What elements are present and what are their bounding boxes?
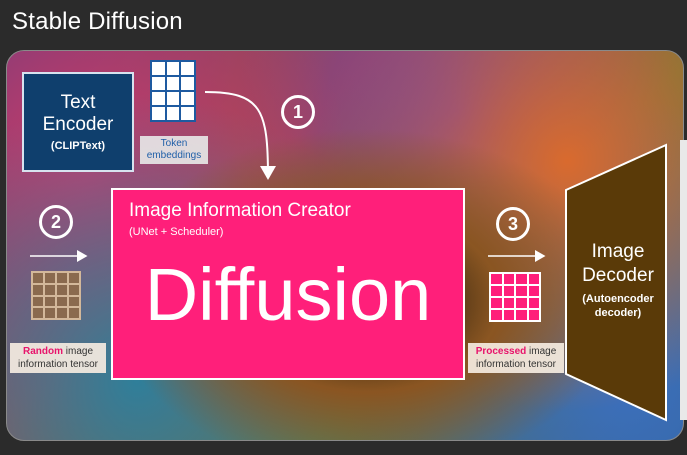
text-encoder-title-line1: Text [60,92,96,113]
random-tensor-label: Random image information tensor [10,343,106,373]
decoder-title-line2: Decoder [582,265,654,286]
processed-tensor-line2: information tensor [475,359,557,370]
image-information-creator-box: Image Information Creator (UNet + Schedu… [111,188,465,380]
decoder-sub-line1: (Autoencoder [582,293,654,305]
token-embeddings-line1: Token [160,138,188,149]
decoder-title: Image Decoder [572,240,664,288]
creator-diffusion-label: Diffusion [144,253,432,336]
decoder-subtitle: (Autoencoder decoder) [572,292,664,320]
text-encoder-subtitle: (CLIPText) [50,140,106,152]
processed-tensor-bold: Processed [475,346,527,357]
image-decoder-text: Image Decoder (Autoencoder decoder) [572,240,664,320]
token-embeddings-label: Token embeddings [140,136,208,164]
token-embeddings-line2: embeddings [146,150,202,161]
step-3-badge: 3 [496,207,530,241]
random-tensor-bold: Random [22,346,63,357]
random-tensor-grid-icon [31,271,81,320]
step-1-badge: 1 [281,95,315,129]
output-image-edge [680,140,687,420]
processed-tensor-rest: image [526,346,557,357]
creator-title: Image Information Creator [129,200,351,221]
decoder-title-line1: Image [591,241,645,262]
decoder-sub-line2: decoder) [594,307,642,319]
random-tensor-rest: image [62,346,93,357]
step-2-badge: 2 [39,205,73,239]
processed-tensor-label: Processed image information tensor [468,343,564,373]
text-encoder-title: Text Encoder [24,92,132,136]
token-embeddings-grid-icon [150,60,196,122]
arrow-token-to-creator [204,91,276,180]
creator-subtitle: (UNet + Scheduler) [129,226,224,238]
random-tensor-line2: information tensor [17,359,99,370]
processed-tensor-grid-icon [489,272,541,322]
text-encoder-box: Text Encoder (CLIPText) [22,72,134,172]
text-encoder-title-line2: Encoder [42,114,114,135]
